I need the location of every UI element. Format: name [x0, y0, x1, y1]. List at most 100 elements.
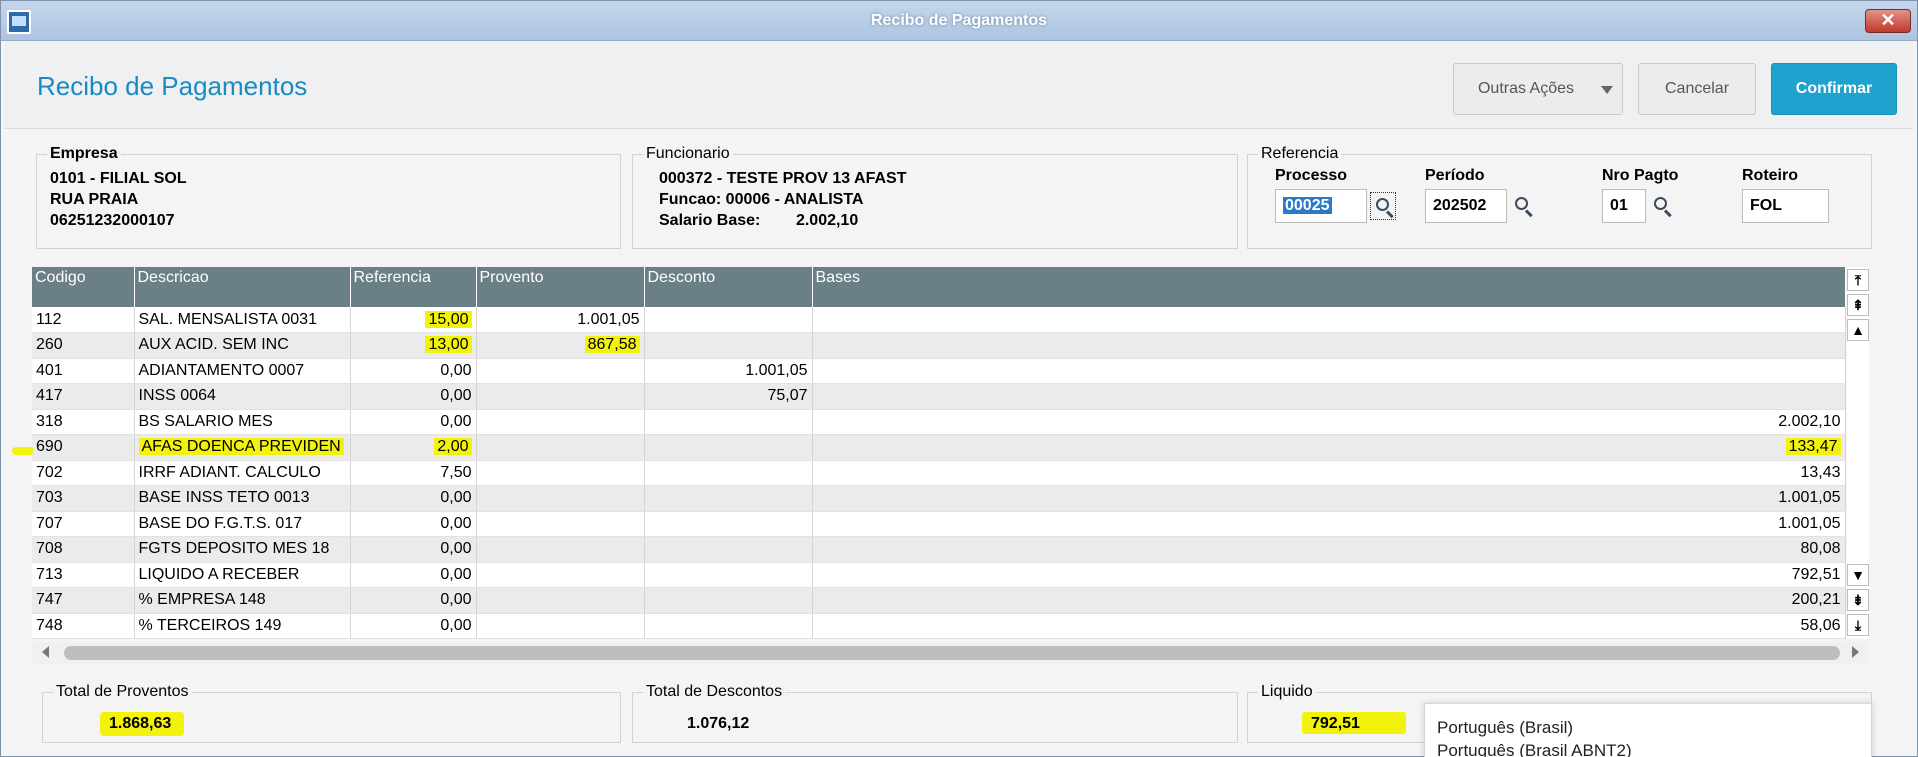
scroll-page-up-icon[interactable]: ⇞ — [1847, 294, 1869, 316]
cell-desconto — [644, 562, 813, 588]
verbas-table: Codigo Descricao Referencia Provento Des… — [32, 267, 1846, 639]
outras-acoes-button[interactable]: Outras Ações — [1453, 63, 1623, 115]
cell-referencia: 7,50 — [350, 460, 477, 486]
close-window-button[interactable]: ✕ — [1865, 9, 1911, 33]
scroll-right-icon[interactable] — [1852, 646, 1859, 658]
language-option[interactable]: Português (Brasil) — [1437, 718, 1573, 738]
col-descricao[interactable]: Descricao — [134, 267, 351, 307]
cell-referencia: 0,00 — [350, 587, 477, 614]
cell-bases: 133,47 — [812, 434, 1846, 461]
table-row[interactable]: 702 IRRF ADIANT. CALCULO 7,50 13,43 — [32, 460, 1846, 486]
col-provento[interactable]: Provento — [476, 267, 645, 307]
cell-referencia: 0,00 — [350, 485, 477, 512]
scroll-bottom-icon[interactable]: ⤓ — [1847, 614, 1869, 636]
cell-desconto — [644, 434, 813, 461]
cell-codigo: 112 — [32, 307, 135, 333]
table-row[interactable]: 748 % TERCEIROS 149 0,00 58,06 — [32, 613, 1846, 639]
cell-codigo: 707 — [32, 511, 135, 537]
highlight-mark: AFAS DOENCA PREVIDEN — [138, 438, 344, 456]
cell-bases: 2.002,10 — [812, 409, 1846, 435]
table-row[interactable]: 318 BS SALARIO MES 0,00 2.002,10 — [32, 409, 1846, 435]
cell-bases — [812, 358, 1846, 384]
cell-descricao: % EMPRESA 148 — [134, 587, 351, 614]
table-row[interactable]: 713 LIQUIDO A RECEBER 0,00 792,51 — [32, 562, 1846, 588]
scroll-thumb[interactable] — [64, 646, 1840, 660]
col-desconto[interactable]: Desconto — [644, 267, 813, 307]
table-row[interactable]: 401 ADIANTAMENTO 0007 0,00 1.001,05 — [32, 358, 1846, 384]
scroll-page-down-icon[interactable]: ⇟ — [1847, 589, 1869, 611]
page-title: Recibo de Pagamentos — [37, 71, 308, 101]
cell-descricao: % TERCEIROS 149 — [134, 613, 351, 639]
highlight-mark: 2,00 — [434, 438, 472, 456]
table-row[interactable]: 708 FGTS DEPOSITO MES 18 0,00 80,08 — [32, 536, 1846, 563]
roteiro-input[interactable]: FOL — [1742, 189, 1829, 223]
cell-bases: 1.001,05 — [812, 511, 1846, 537]
processo-search-icon[interactable] — [1370, 192, 1396, 220]
cell-bases: 1.001,05 — [812, 485, 1846, 512]
total-proventos-label: Total de Proventos — [56, 683, 189, 700]
periodo-search-icon[interactable] — [1510, 192, 1536, 220]
cell-referencia: 0,00 — [350, 511, 477, 537]
nro-pagto-label: Nro Pagto — [1602, 167, 1679, 184]
cell-descricao: BASE DO F.G.T.S. 017 — [134, 511, 351, 537]
table-row[interactable]: 690 AFAS DOENCA PREVIDEN 2,00 133,47 — [32, 434, 1846, 461]
funcionario-line: 000372 - TESTE PROV 13 AFAST — [659, 170, 907, 187]
table-row[interactable]: 707 BASE DO F.G.T.S. 017 0,00 1.001,05 — [32, 511, 1846, 537]
liquido-value: 792,51 — [1311, 715, 1360, 732]
total-descontos-value: 1.076,12 — [687, 715, 750, 732]
table-horizontal-scrollbar[interactable] — [32, 642, 1869, 664]
cell-provento — [476, 358, 645, 384]
confirm-button[interactable]: Confirmar — [1771, 63, 1897, 115]
language-popup[interactable]: Português (Brasil) Português (Brasil ABN… — [1424, 703, 1872, 757]
cell-desconto — [644, 587, 813, 614]
cell-bases — [812, 307, 1846, 333]
col-referencia[interactable]: Referencia — [350, 267, 477, 307]
nro-pagto-search-icon[interactable] — [1649, 192, 1675, 220]
cell-descricao: AFAS DOENCA PREVIDEN — [134, 434, 351, 461]
cell-descricao: BS SALARIO MES — [134, 409, 351, 435]
periodo-input[interactable]: 202502 — [1425, 189, 1507, 223]
cell-provento — [476, 383, 645, 410]
cancel-button[interactable]: Cancelar — [1638, 63, 1756, 115]
cell-descricao: SAL. MENSALISTA 0031 — [134, 307, 351, 333]
caret-down-icon — [1601, 86, 1613, 94]
cell-descricao: AUX ACID. SEM INC — [134, 332, 351, 359]
nro-pagto-input[interactable]: 01 — [1602, 189, 1646, 223]
language-option[interactable]: Português (Brasil ABNT2) — [1437, 741, 1632, 757]
cell-referencia: 13,00 — [350, 332, 477, 359]
cell-codigo: 318 — [32, 409, 135, 435]
cell-provento — [476, 536, 645, 563]
cell-desconto — [644, 485, 813, 512]
scroll-up-icon[interactable]: ▲ — [1847, 319, 1869, 341]
col-bases[interactable]: Bases — [812, 267, 1846, 307]
cell-desconto — [644, 409, 813, 435]
cell-referencia: 0,00 — [350, 536, 477, 563]
highlight-mark: 133,47 — [1785, 438, 1841, 456]
scroll-left-icon[interactable] — [42, 646, 49, 658]
table-row[interactable]: 703 BASE INSS TETO 0013 0,00 1.001,05 — [32, 485, 1846, 512]
col-codigo[interactable]: Codigo — [32, 267, 135, 307]
cell-referencia: 15,00 — [350, 307, 477, 333]
table-row[interactable]: 747 % EMPRESA 148 0,00 200,21 — [32, 587, 1846, 614]
cell-provento — [476, 562, 645, 588]
cell-referencia: 0,00 — [350, 562, 477, 588]
empresa-line: 0101 - FILIAL SOL — [50, 170, 187, 187]
window-title: Recibo de Pagamentos — [870, 12, 1048, 29]
cell-desconto — [644, 307, 813, 333]
table-row[interactable]: 112 SAL. MENSALISTA 0031 15,00 1.001,05 — [32, 307, 1846, 333]
cell-codigo: 703 — [32, 485, 135, 512]
cell-referencia: 2,00 — [350, 434, 477, 461]
table-row[interactable]: 417 INSS 0064 0,00 75,07 — [32, 383, 1846, 410]
periodo-label: Período — [1425, 167, 1485, 184]
cell-provento — [476, 434, 645, 461]
processo-input[interactable]: 00025 — [1275, 189, 1367, 223]
table-header: Codigo Descricao Referencia Provento Des… — [32, 267, 1846, 307]
cell-provento — [476, 613, 645, 639]
table-vertical-scrollbar[interactable]: ⤒ ⇞ ▲ ▼ ⇟ ⤓ — [1847, 267, 1869, 639]
funcionario-line: Funcao: 00006 - ANALISTA — [659, 191, 864, 208]
cell-descricao: FGTS DEPOSITO MES 18 — [134, 536, 351, 563]
scroll-down-icon[interactable]: ▼ — [1847, 564, 1869, 586]
table-row[interactable]: 260 AUX ACID. SEM INC 13,00 867,58 — [32, 332, 1846, 359]
cell-desconto — [644, 536, 813, 563]
scroll-top-icon[interactable]: ⤒ — [1847, 269, 1869, 291]
